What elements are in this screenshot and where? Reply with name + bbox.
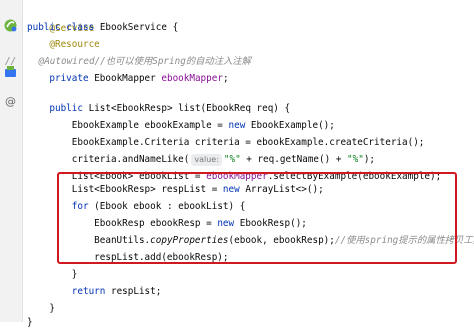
open-brace: { (166, 22, 179, 33)
string-percent-2: "%" (347, 154, 364, 165)
comment-slashes: // (5, 56, 17, 67)
keyword-class: class (66, 22, 95, 33)
class-close-brace: } (27, 317, 33, 328)
code-line-19: return respList; (27, 283, 162, 301)
resource-annotation: @Resource (49, 39, 100, 50)
example-ctor: EbookExample(); (250, 120, 335, 131)
code-line-7: public List<EbookResp> list(EbookReq req… (27, 100, 290, 118)
code-editor[interactable]: @Service public class EbookService { @Re… (0, 0, 474, 328)
list-method-signature: List<EbookResp> list(EbookReq req) { (88, 103, 291, 114)
class-name: EbookService (99, 22, 167, 33)
keyword-private: private (49, 73, 89, 84)
keyword-new: new (228, 120, 246, 131)
code-line-9: EbookExample.Criteria criteria = ebookEx… (27, 134, 425, 152)
namelike-end: ); (363, 154, 376, 165)
code-line-18: } (27, 266, 78, 284)
string-percent-1: "%" (223, 154, 241, 165)
criteria-decl: EbookExample.Criteria criteria = ebookEx… (71, 137, 425, 148)
keyword-public-method: public (49, 103, 83, 114)
autowired-comment: @Autowired//也可以使用Spring的自动注入注解 (16, 56, 251, 67)
method-close-brace: } (49, 303, 55, 314)
keyword-return: return (71, 286, 106, 297)
code-line-2: public class EbookService { (27, 19, 178, 37)
example-decl: EbookExample ebookExample = (71, 120, 229, 131)
parameter-hint: value: (191, 154, 222, 166)
for-close-brace: } (71, 269, 78, 280)
code-line-5: private EbookMapper ebookMapper; (27, 70, 229, 88)
code-line-4: // @Autowired//也可以使用Spring的自动注入注解 (5, 53, 251, 71)
code-line-10: criteria.andNameLike(value: "%" + req.get… (27, 151, 375, 169)
highlight-box (57, 172, 457, 264)
code-line-3: @Resource (27, 36, 100, 54)
code-line-21: } (27, 314, 33, 332)
mapper-field: ebookMapper (161, 73, 223, 84)
namelike-mid: + req.getName() + (240, 154, 348, 165)
return-value: respList; (105, 286, 162, 297)
namelike-call: criteria.andNameLike( (71, 154, 190, 165)
code-line-1: @Service (27, 2, 94, 34)
code-line-8: EbookExample ebookExample = new EbookExa… (27, 117, 335, 135)
keyword-public: public (27, 22, 61, 33)
mapper-type: EbookMapper (94, 73, 156, 84)
semicolon: ; (222, 73, 229, 84)
